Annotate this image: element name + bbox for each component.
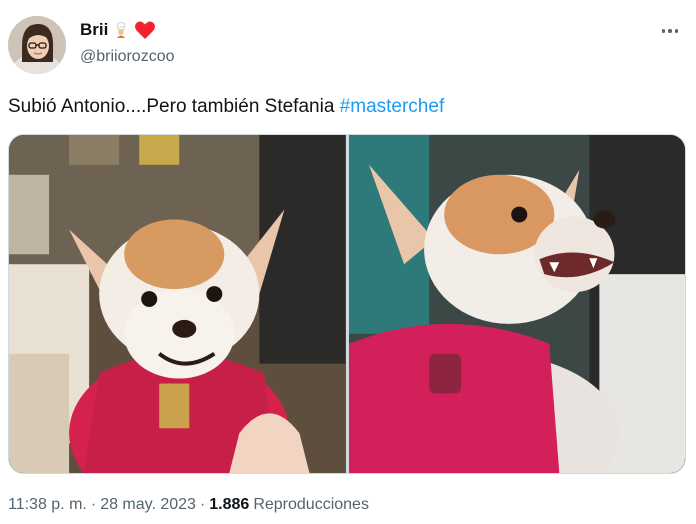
chihuahua-smiling-photo: [9, 135, 346, 473]
dot-icon: [674, 29, 679, 33]
dot-icon: [661, 29, 666, 33]
views-count: 1.886: [209, 496, 250, 513]
media-photo-1[interactable]: [9, 135, 346, 473]
more-options-icon[interactable]: [658, 22, 682, 40]
dot-icon: [668, 29, 672, 33]
meta-separator: ·: [90, 496, 97, 513]
tweet-time[interactable]: 11:38 p. m.: [8, 496, 87, 514]
author-display-name[interactable]: Brii: [80, 20, 108, 40]
cooking-icon: [112, 21, 130, 39]
avatar[interactable]: [8, 16, 66, 74]
media-grid: [8, 134, 686, 474]
meta-separator: ·: [199, 496, 206, 513]
tweet-meta: 11:38 p. m. · 28 may. 2023 · 1.886 Repro…: [8, 496, 369, 514]
tweet-body: Subió Antonio....Pero también Stefania: [8, 96, 340, 117]
views-label: Reproducciones: [253, 496, 369, 513]
author-handle[interactable]: @briiorozcoo: [80, 48, 175, 66]
chihuahua-snarling-photo: [348, 135, 685, 473]
heart-icon: [134, 20, 156, 40]
author-name-row[interactable]: Brii: [80, 20, 156, 40]
hashtag-link[interactable]: #masterchef: [340, 96, 445, 117]
media-photo-2[interactable]: [348, 135, 685, 473]
tweet-date[interactable]: 28 may. 2023: [100, 496, 196, 514]
avatar-photo: [8, 16, 66, 74]
tweet-text: Subió Antonio....Pero también Stefania #…: [8, 96, 444, 118]
